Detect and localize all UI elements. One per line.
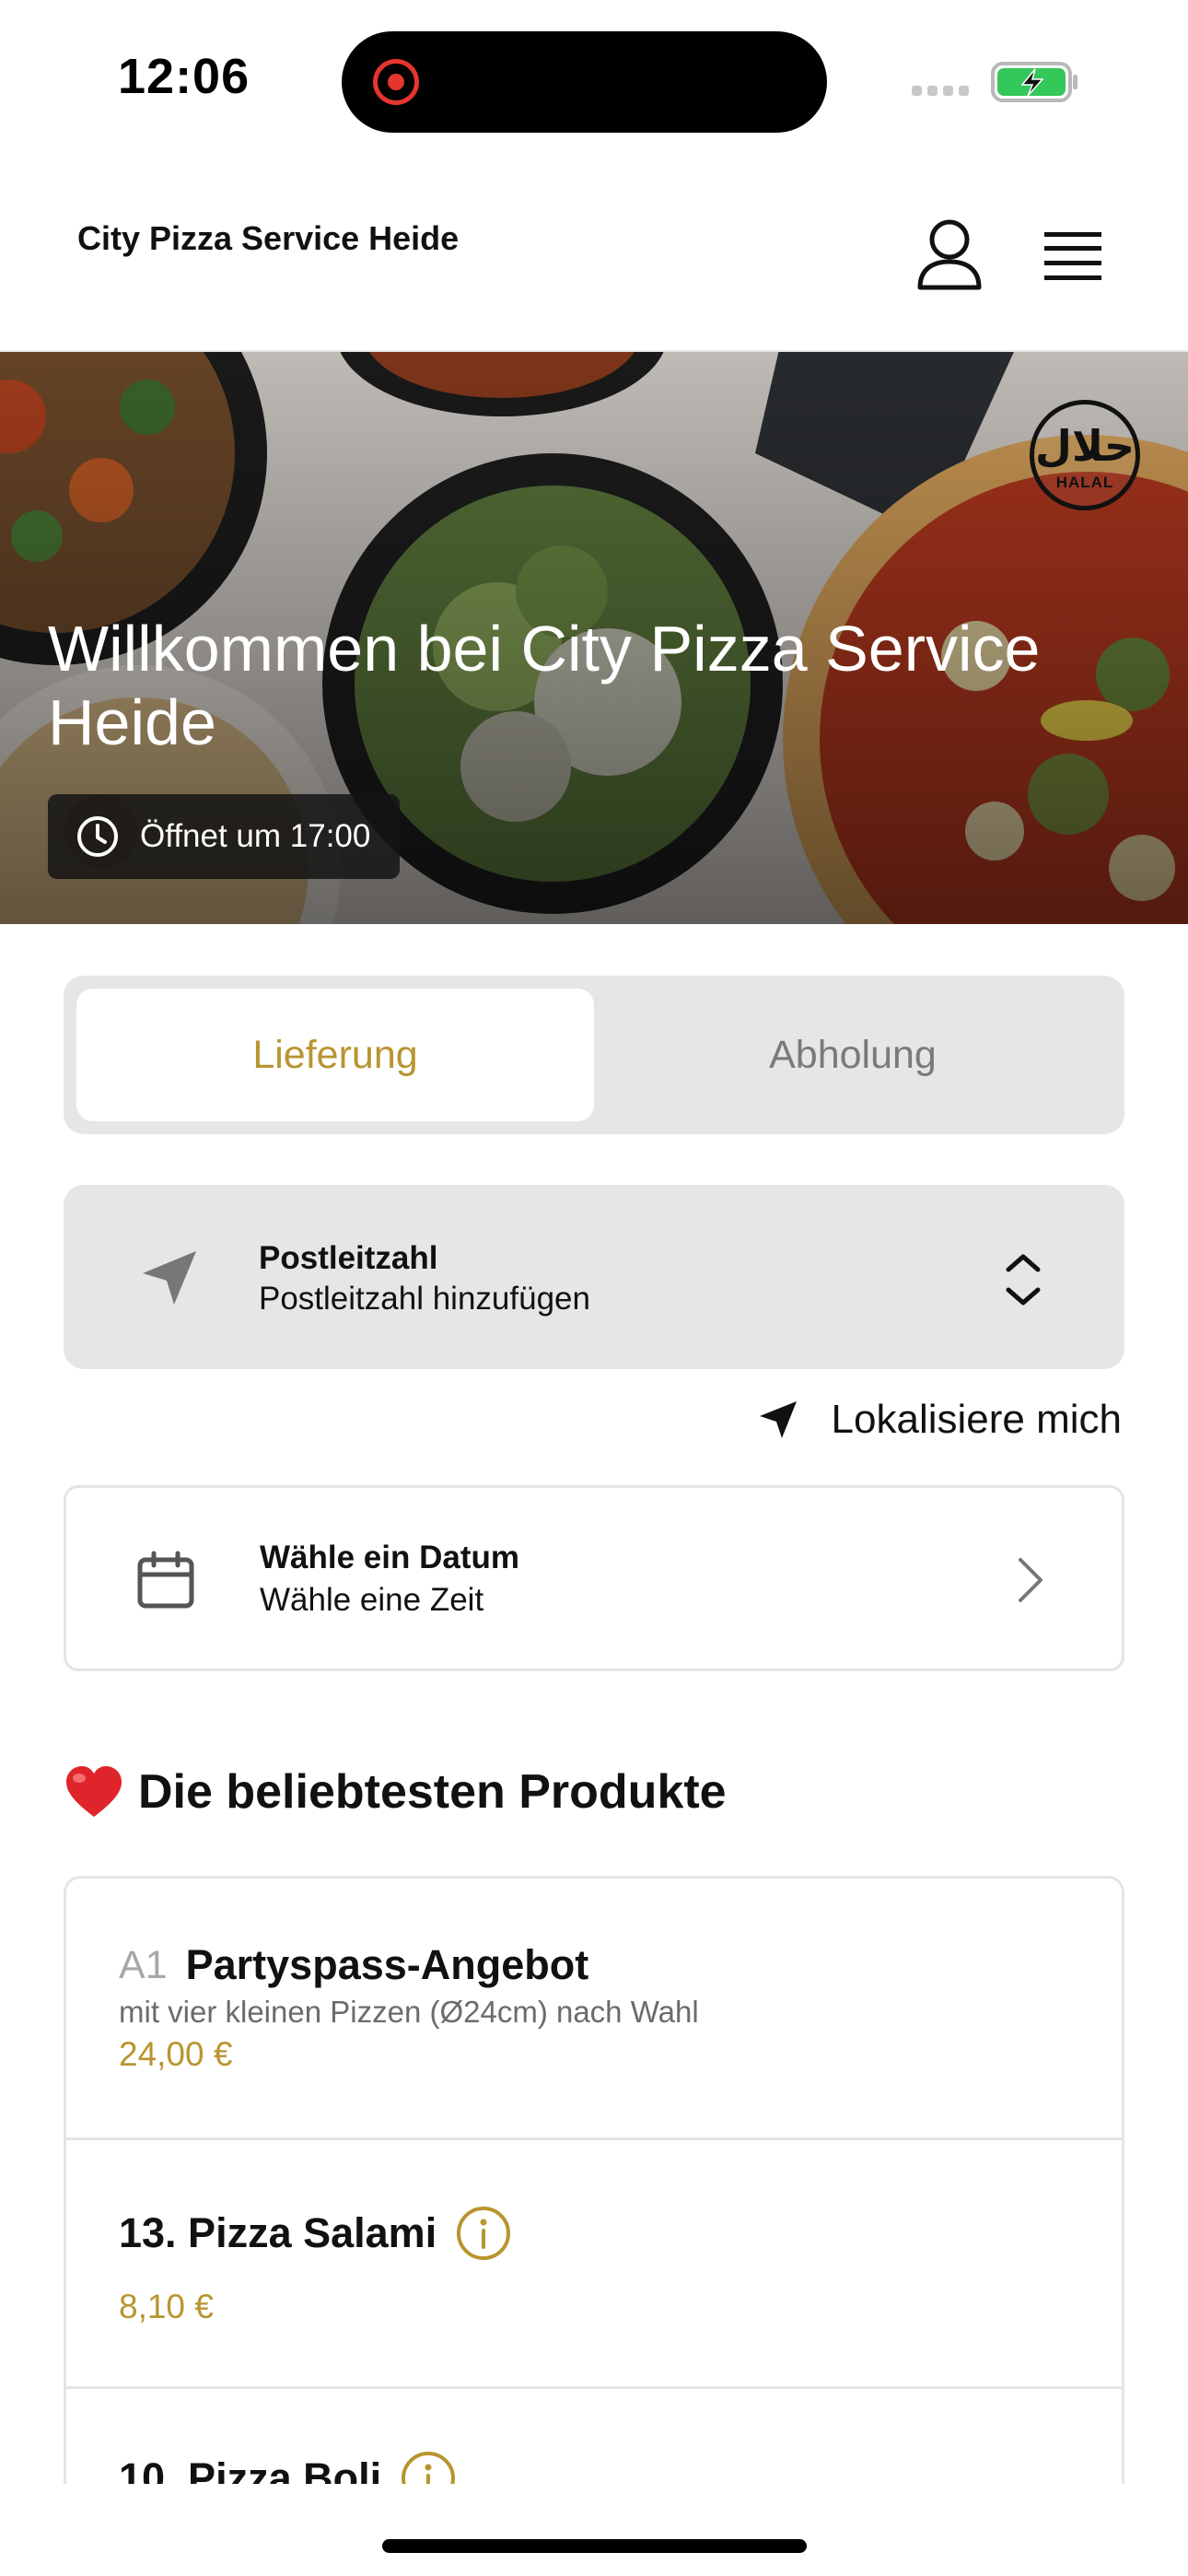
cellular-signal-icon <box>912 86 969 96</box>
postcode-value: Postleitzahl hinzufügen <box>259 1281 590 1317</box>
recording-indicator-icon <box>373 59 419 105</box>
heart-icon <box>66 1766 122 1817</box>
status-time: 12:06 <box>118 49 250 104</box>
product-name: 13. Pizza Salami <box>119 2209 437 2256</box>
clock-icon <box>77 816 118 857</box>
date-time-selector[interactable]: Wähle ein Datum Wähle eine Zeit <box>64 1485 1124 1671</box>
halal-text: HALAL <box>1055 474 1114 491</box>
info-icon[interactable] <box>400 2450 457 2484</box>
chevron-right-icon <box>1019 1558 1042 1602</box>
product-price: 24,00 € <box>119 2035 233 2073</box>
hero-banner: حلال HALAL Willkommen bei City Pizza Ser… <box>0 352 1188 924</box>
postcode-selector[interactable]: Postleitzahl Postleitzahl hinzufügen <box>64 1185 1124 1369</box>
opening-time-badge: Öffnet um 17:00 <box>48 794 401 879</box>
tab-pickup[interactable]: Abholung <box>594 989 1112 1121</box>
home-indicator[interactable] <box>382 2539 807 2553</box>
section-title: Die beliebtesten Produkte <box>138 1765 727 1819</box>
time-label: Wähle eine Zeit <box>260 1582 484 1618</box>
halal-badge: حلال HALAL <box>1030 400 1140 510</box>
locate-me-label: Lokalisiere mich <box>831 1397 1122 1442</box>
user-icon[interactable] <box>914 217 984 291</box>
product-list: A1 Partyspass-Angebot mit vier kleinen P… <box>64 1876 1124 2484</box>
battery-charging-icon <box>991 62 1077 102</box>
date-label: Wähle ein Datum <box>260 1540 519 1575</box>
product-card[interactable]: A1 Partyspass-Angebot mit vier kleinen P… <box>66 1879 1122 2140</box>
hamburger-menu-icon[interactable] <box>1042 230 1103 282</box>
product-card[interactable]: 10. Pizza Boli <box>66 2389 1122 2484</box>
info-icon[interactable] <box>455 2205 512 2262</box>
product-price: 8,10 € <box>119 2288 214 2325</box>
status-bar: 12:06 <box>0 0 1188 157</box>
product-card[interactable]: 13. Pizza Salami 8,10 € <box>66 2140 1122 2389</box>
app-screen: 12:06 City Pizza Service Heide حلال HALA… <box>0 0 1188 2576</box>
product-code: A1 <box>119 1942 168 1987</box>
restaurant-name[interactable]: City Pizza Service Heide <box>77 219 483 258</box>
postcode-label: Postleitzahl <box>259 1240 438 1276</box>
tab-delivery[interactable]: Lieferung <box>76 989 594 1121</box>
order-mode-toggle: Lieferung Abholung <box>64 976 1124 1134</box>
halal-arabic-text: حلال <box>1035 421 1135 471</box>
product-name: 10. Pizza Boli <box>119 2454 382 2484</box>
app-header: City Pizza Service Heide <box>0 157 1188 352</box>
product-name: Partyspass-Angebot <box>185 1941 589 1988</box>
locate-me-button[interactable]: Lokalisiere mich <box>756 1397 1122 1443</box>
product-description: mit vier kleinen Pizzen (Ø24cm) nach Wah… <box>119 1995 699 2029</box>
welcome-title: Willkommen bei City Pizza Service Heide <box>48 613 1041 758</box>
location-arrow-icon <box>759 1401 797 1438</box>
calendar-icon <box>137 1551 194 1609</box>
chevron-up-down-icon <box>1006 1254 1041 1306</box>
location-arrow-icon <box>143 1251 196 1305</box>
opening-time-text: Öffnet um 17:00 <box>140 818 371 854</box>
dynamic-island <box>342 31 827 133</box>
popular-products-heading: Die beliebtesten Produkte <box>64 1764 727 1820</box>
